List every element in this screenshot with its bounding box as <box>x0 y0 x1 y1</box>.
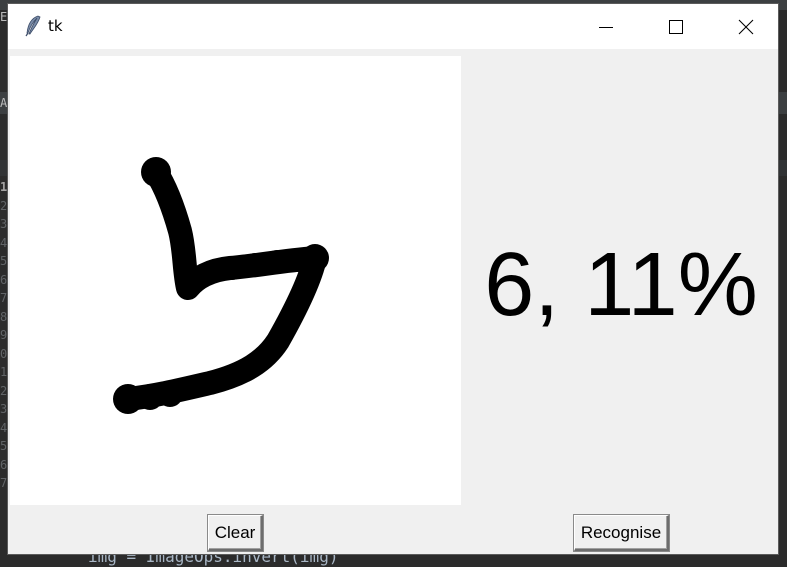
maximize-button[interactable] <box>641 4 711 49</box>
close-button[interactable] <box>711 4 781 49</box>
handwritten-stroke <box>113 157 329 414</box>
close-icon <box>738 19 754 34</box>
recognise-button[interactable]: Recognise <box>574 515 669 551</box>
tk-window: tk 6, 11% Clear Recognise <box>7 3 779 555</box>
window-title: tk <box>48 17 63 35</box>
title-bar[interactable]: tk <box>8 4 778 49</box>
feather-icon <box>25 15 41 37</box>
drawing-canvas[interactable] <box>10 56 461 505</box>
minimize-button[interactable] <box>571 4 641 49</box>
maximize-icon <box>669 19 683 34</box>
prediction-label: 6, 11% <box>484 235 758 335</box>
minimize-icon <box>599 26 613 28</box>
clear-button[interactable]: Clear <box>208 515 263 551</box>
